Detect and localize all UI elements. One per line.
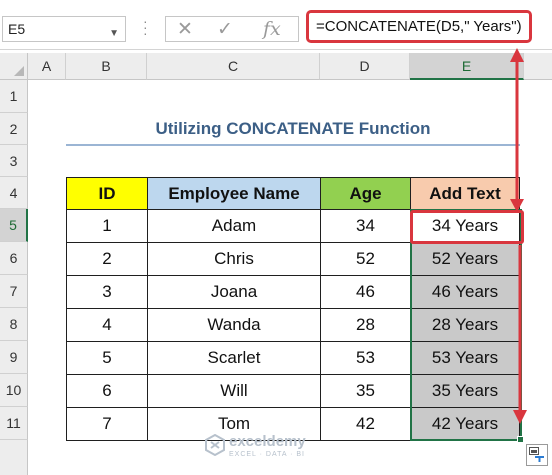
exceldemy-logo-icon bbox=[205, 434, 225, 456]
header-age[interactable]: Age bbox=[320, 177, 411, 210]
row-header-3[interactable]: 3 bbox=[0, 145, 28, 177]
table-cell-id[interactable]: 4 bbox=[66, 308, 148, 342]
table-cell-add-text[interactable]: 35 Years bbox=[410, 374, 520, 408]
name-box-value: E5 bbox=[8, 21, 26, 37]
table-cell-age[interactable]: 28 bbox=[320, 308, 411, 342]
row-header-6[interactable]: 6 bbox=[0, 242, 28, 275]
column-header-b[interactable]: B bbox=[66, 53, 147, 80]
quick-analysis-icon[interactable] bbox=[526, 444, 548, 466]
table-cell-age[interactable]: 35 bbox=[320, 374, 411, 408]
table-cell-age[interactable]: 52 bbox=[320, 242, 411, 276]
header-id[interactable]: ID bbox=[66, 177, 148, 210]
sheet-title[interactable]: Utilizing CONCATENATE Function bbox=[66, 116, 520, 142]
table-cell-age[interactable]: 46 bbox=[320, 275, 411, 309]
row-header-2[interactable]: 2 bbox=[0, 113, 28, 145]
formula-bar: E5 ▼ · · · ✕ ✓ fx =CONCATENATE(D5," Years"… bbox=[0, 0, 552, 50]
header-add-text[interactable]: Add Text bbox=[410, 177, 520, 210]
row-header-11[interactable]: 11 bbox=[0, 407, 28, 440]
row-header-4[interactable]: 4 bbox=[0, 177, 28, 209]
table-cell-add-text[interactable]: 53 Years bbox=[410, 341, 520, 375]
table-cell-id[interactable]: 7 bbox=[66, 407, 148, 441]
table-cell-age[interactable]: 53 bbox=[320, 341, 411, 375]
formula-bar-grip-icon[interactable]: · · · bbox=[143, 14, 148, 40]
table-cell-name[interactable]: Will bbox=[147, 374, 321, 408]
table-cell-add-text[interactable]: 42 Years bbox=[410, 407, 520, 441]
row-header-1[interactable]: 1 bbox=[0, 80, 28, 113]
row-header-9[interactable]: 9 bbox=[0, 341, 28, 374]
table-cell-name[interactable]: Chris bbox=[147, 242, 321, 276]
table-cell-name[interactable]: Scarlet bbox=[147, 341, 321, 375]
table-cell-add-text[interactable]: 52 Years bbox=[410, 242, 520, 276]
column-header-e[interactable]: E bbox=[410, 53, 524, 80]
formula-controls: ✕ ✓ fx bbox=[165, 16, 299, 42]
header-employee-name[interactable]: Employee Name bbox=[147, 177, 321, 210]
active-cell-highlight bbox=[410, 210, 524, 244]
row-header-12[interactable] bbox=[0, 440, 28, 475]
table-cell-id[interactable]: 5 bbox=[66, 341, 148, 375]
row-header-5[interactable]: 5 bbox=[0, 209, 28, 242]
table-cell-age[interactable]: 34 bbox=[320, 209, 411, 243]
column-header-d[interactable]: D bbox=[320, 53, 410, 80]
fill-handle[interactable] bbox=[517, 436, 524, 443]
row-header-7[interactable]: 7 bbox=[0, 275, 28, 308]
column-header-f[interactable] bbox=[524, 53, 552, 80]
table-cell-id[interactable]: 2 bbox=[66, 242, 148, 276]
title-underline bbox=[66, 144, 520, 146]
table-cell-add-text[interactable]: 46 Years bbox=[410, 275, 520, 309]
cancel-icon[interactable]: ✕ bbox=[177, 18, 193, 41]
table-cell-add-text[interactable]: 28 Years bbox=[410, 308, 520, 342]
table-cell-name[interactable]: Joana bbox=[147, 275, 321, 309]
select-all-corner[interactable] bbox=[0, 53, 28, 80]
formula-input[interactable]: =CONCATENATE(D5," Years") bbox=[306, 10, 532, 43]
watermark-logo: exceldemy EXCEL · DATA · BI bbox=[205, 432, 355, 462]
table-cell-name[interactable]: Adam bbox=[147, 209, 321, 243]
watermark-tagline: EXCEL · DATA · BI bbox=[229, 451, 305, 458]
column-header-c[interactable]: C bbox=[147, 53, 320, 80]
row-header-10[interactable]: 10 bbox=[0, 374, 28, 407]
enter-icon[interactable]: ✓ bbox=[217, 18, 233, 41]
watermark-name: exceldemy bbox=[229, 433, 306, 450]
chevron-down-icon[interactable]: ▼ bbox=[109, 22, 119, 46]
table-cell-name[interactable]: Wanda bbox=[147, 308, 321, 342]
table-cell-id[interactable]: 3 bbox=[66, 275, 148, 309]
row-header-8[interactable]: 8 bbox=[0, 308, 28, 341]
column-header-a[interactable]: A bbox=[28, 53, 66, 80]
insert-function-icon[interactable]: fx bbox=[263, 18, 281, 40]
table-cell-id[interactable]: 1 bbox=[66, 209, 148, 243]
name-box[interactable]: E5 ▼ bbox=[2, 16, 126, 42]
table-cell-id[interactable]: 6 bbox=[66, 374, 148, 408]
